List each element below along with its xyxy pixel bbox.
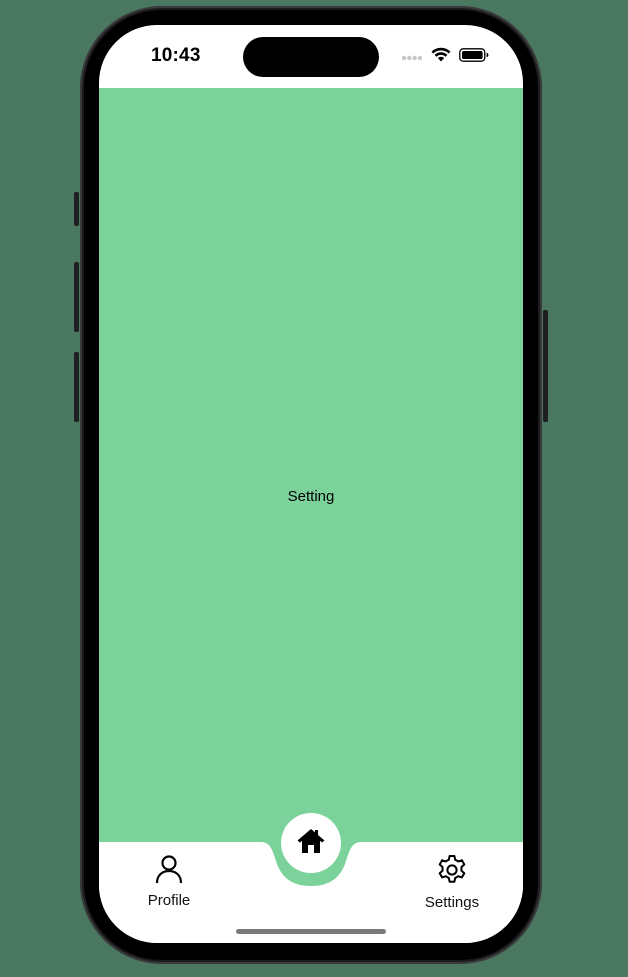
tab-profile[interactable]: Profile	[139, 854, 199, 909]
dynamic-island	[243, 37, 379, 77]
cellular-dots-icon	[401, 48, 423, 66]
volume-down-button	[74, 352, 79, 422]
gear-icon	[436, 854, 468, 891]
tab-profile-label: Profile	[147, 892, 191, 909]
tab-home[interactable]	[281, 813, 341, 873]
home-icon	[296, 827, 326, 860]
status-icons	[401, 47, 489, 67]
status-time: 10:43	[151, 45, 201, 66]
tab-settings[interactable]: Settings	[417, 854, 487, 911]
action-button	[74, 192, 79, 226]
content-area: Setting	[99, 88, 523, 842]
simulator-stage: 10:43 Setting Profile Settings	[0, 0, 628, 977]
person-icon	[154, 854, 184, 889]
phone-screen: 10:43 Setting Profile Settings	[99, 25, 523, 943]
volume-up-button	[74, 262, 79, 332]
home-indicator[interactable]	[236, 929, 386, 934]
tab-settings-label: Settings	[424, 894, 480, 911]
wifi-icon	[431, 47, 451, 67]
battery-icon	[459, 47, 489, 67]
screen-title: Setting	[287, 488, 335, 505]
power-button	[543, 310, 548, 422]
